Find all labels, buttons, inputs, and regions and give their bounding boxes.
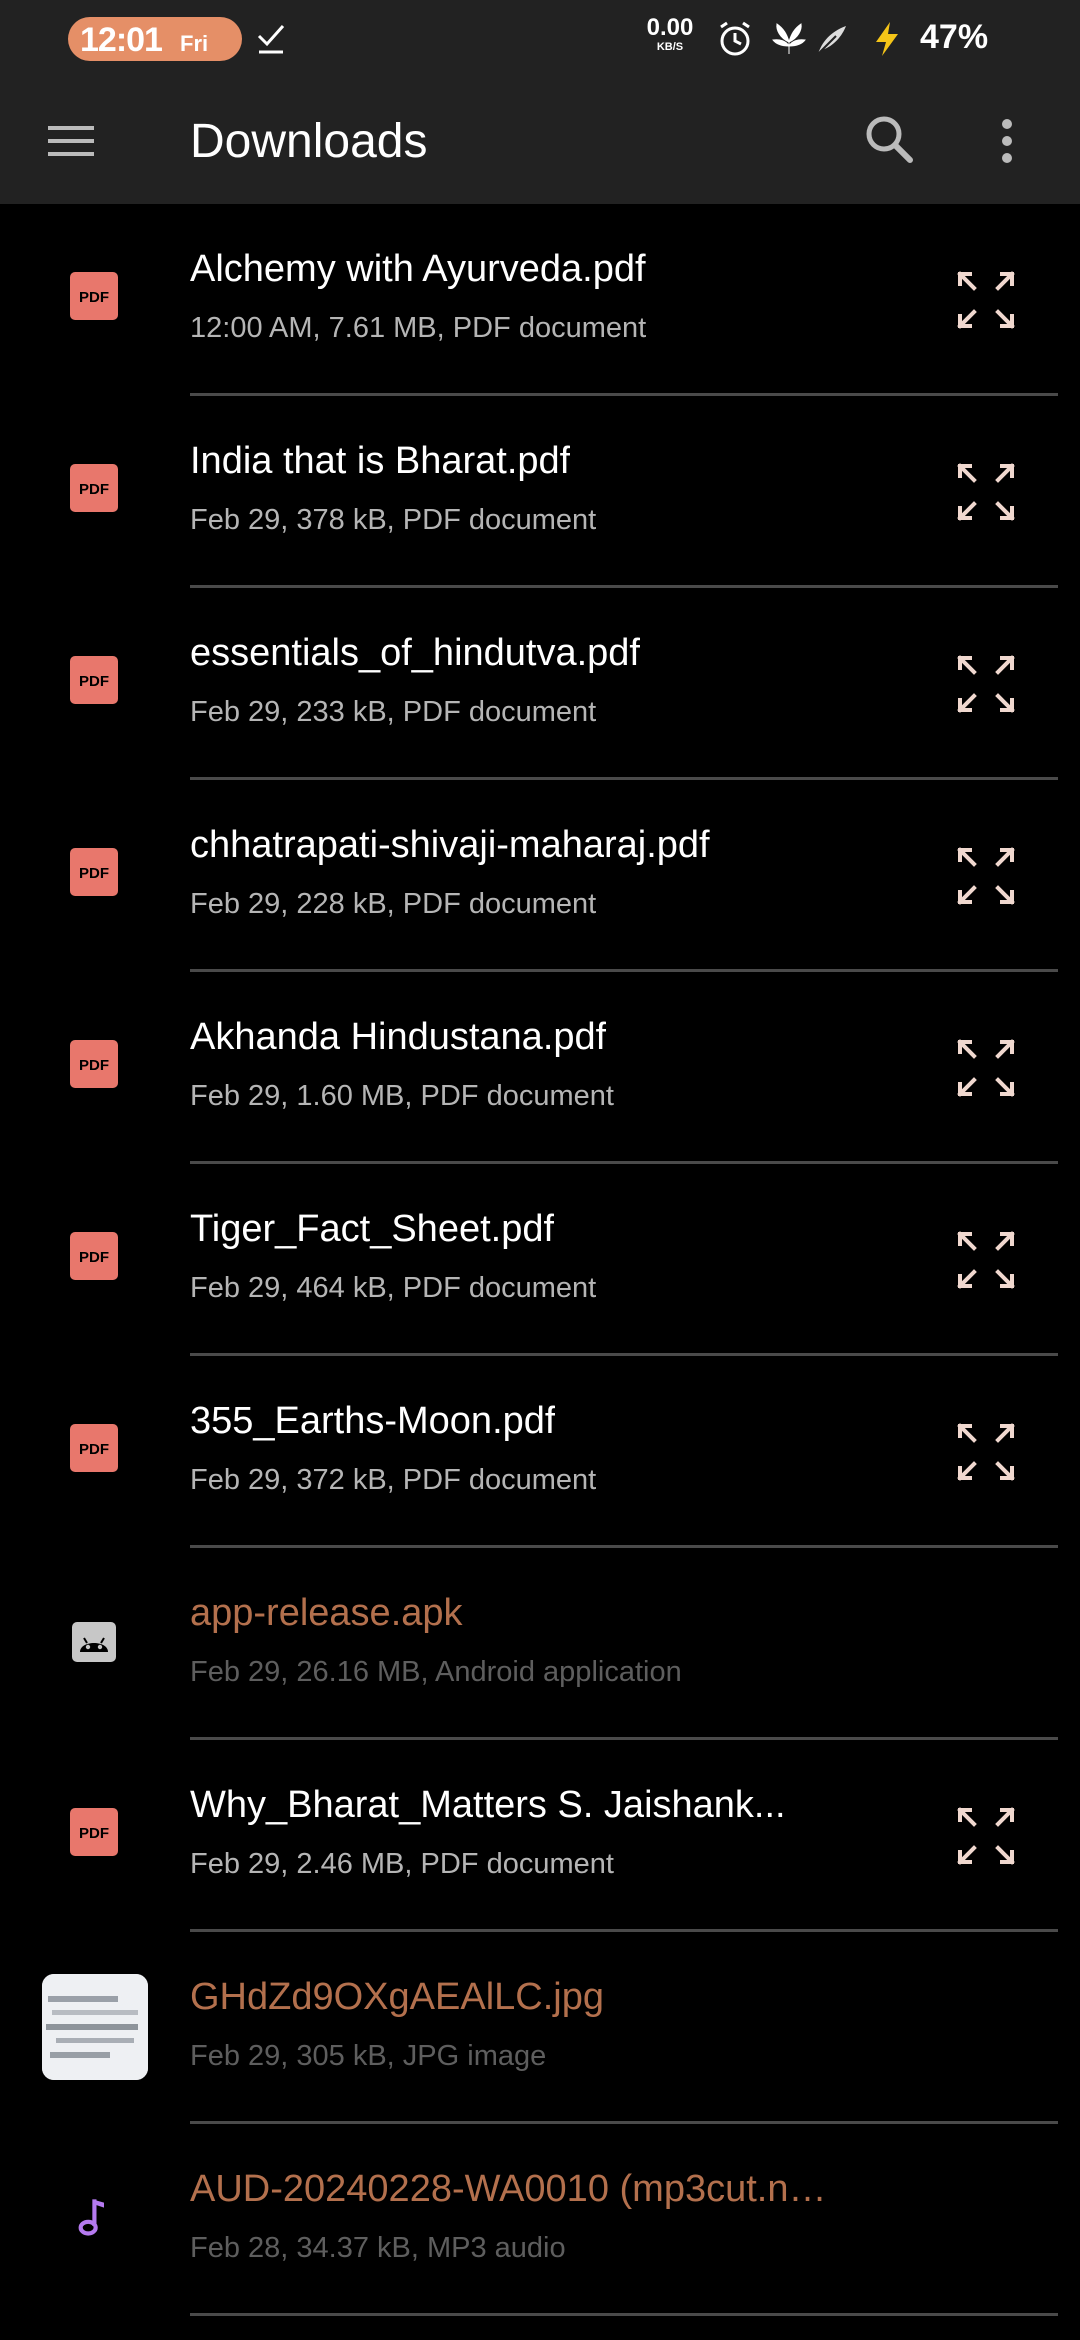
feather-icon <box>817 26 846 55</box>
file-row[interactable]: PDF 355_Earths-Moon.pdf Feb 29, 372 kB, PD… <box>0 1356 1080 1548</box>
page-title: Downloads <box>190 115 428 168</box>
pdf-icon: PDF <box>70 464 118 512</box>
music-note-icon <box>78 2199 104 2236</box>
file-meta: 12:00 AM, 7.61 MB, PDF document <box>190 312 647 344</box>
file-row[interactable]: PDF Akhanda Hindustana.pdf Feb 29, 1.60 MB… <box>0 972 1080 1164</box>
pdf-icon: PDF <box>70 1040 118 1088</box>
more-options-icon[interactable] <box>1000 116 1014 166</box>
file-name: AUD-20240228-WA0010 (mp3cut.net).mp3 <box>190 2168 830 2210</box>
app-bar: Downloads <box>0 78 1080 204</box>
file-meta: Feb 29, 305 kB, JPG image <box>190 2040 547 2072</box>
file-meta: Feb 29, 378 kB, PDF document <box>190 504 597 536</box>
pdf-badge-text: PDF <box>79 1441 109 1458</box>
file-name: Why_Bharat_Matters S. Jaishank... <box>190 1784 786 1826</box>
file-meta: Feb 29, 464 kB, PDF document <box>190 1272 597 1304</box>
expand-icon[interactable] <box>954 652 1018 716</box>
expand-icon[interactable] <box>954 460 1018 524</box>
clock-day: Fri <box>180 31 209 56</box>
clock-pill: 12:01 Fri <box>68 17 242 61</box>
file-row[interactable]: GHdZd9OXgAEAlLC.jpg Feb 29, 305 kB, JPG i… <box>0 1932 1080 2124</box>
pdf-icon: PDF <box>70 1424 118 1472</box>
file-row[interactable]: app-release.apk Feb 29, 26.16 MB, Android… <box>0 1548 1080 1740</box>
menu-icon[interactable] <box>46 122 96 160</box>
divider <box>190 2313 1058 2316</box>
file-name: Alchemy with Ayurveda.pdf <box>190 248 646 290</box>
charging-icon <box>876 22 898 56</box>
pdf-badge-text: PDF <box>79 289 109 306</box>
expand-icon[interactable] <box>954 1036 1018 1100</box>
expand-icon[interactable] <box>954 268 1018 332</box>
pdf-icon: PDF <box>70 272 118 320</box>
expand-icon[interactable] <box>954 1420 1018 1484</box>
file-name: GHdZd9OXgAEAlLC.jpg <box>190 1976 604 2018</box>
downloads-list: PDF Alchemy with Ayurveda.pdf 12:00 AM, 7.… <box>0 204 1080 2316</box>
file-name: app-release.apk <box>190 1592 463 1634</box>
download-complete-icon <box>257 25 285 54</box>
file-name: chhatrapati-shivaji-maharaj.pdf <box>190 824 710 866</box>
file-row[interactable]: PDF Why_Bharat_Matters S. Jaishank... Feb … <box>0 1740 1080 1932</box>
network-speed-unit: KB/S <box>656 41 684 53</box>
android-icon <box>72 1622 116 1662</box>
file-row[interactable]: PDF Tiger_Fact_Sheet.pdf Feb 29, 464 kB, P… <box>0 1164 1080 1356</box>
file-row[interactable]: PDF Alchemy with Ayurveda.pdf 12:00 AM, 7.… <box>0 204 1080 396</box>
pdf-badge-text: PDF <box>79 865 109 882</box>
pdf-badge-text: PDF <box>79 1057 109 1074</box>
image-thumbnail <box>42 1974 148 2080</box>
pdf-badge-text: PDF <box>79 1249 109 1266</box>
network-speed: 0.00 KB/S <box>640 16 700 53</box>
battery-percentage: 47% <box>920 18 989 56</box>
pdf-icon: PDF <box>70 656 118 704</box>
file-row[interactable]: PDF India that is Bharat.pdf Feb 29, 378 k… <box>0 396 1080 588</box>
file-row[interactable]: PDF chhatrapati-shivaji-maharaj.pdf Feb 29… <box>0 780 1080 972</box>
pdf-badge-text: PDF <box>79 673 109 690</box>
alarm-icon <box>720 21 750 56</box>
file-name: Tiger_Fact_Sheet.pdf <box>190 1208 555 1250</box>
clock-time: 12:01 <box>80 21 163 59</box>
file-meta: Feb 29, 228 kB, PDF document <box>190 888 597 920</box>
expand-icon[interactable] <box>954 1228 1018 1292</box>
expand-icon[interactable] <box>954 1804 1018 1868</box>
pdf-icon: PDF <box>70 848 118 896</box>
file-meta: Feb 29, 2.46 MB, PDF document <box>190 1848 614 1880</box>
expand-icon[interactable] <box>954 844 1018 908</box>
file-meta: Feb 29, 1.60 MB, PDF document <box>190 1080 614 1112</box>
file-name: 355_Earths-Moon.pdf <box>190 1400 556 1442</box>
file-name: Akhanda Hindustana.pdf <box>190 1016 607 1058</box>
file-meta: Feb 28, 34.37 kB, MP3 audio <box>190 2232 566 2264</box>
pdf-icon: PDF <box>70 1808 118 1856</box>
file-meta: Feb 29, 26.16 MB, Android application <box>190 1656 682 1688</box>
file-row[interactable]: AUD-20240228-WA0010 (mp3cut.net).mp3 Feb … <box>0 2124 1080 2316</box>
file-name: India that is Bharat.pdf <box>190 440 571 482</box>
file-row[interactable]: PDF essentials_of_hindutva.pdf Feb 29, 233… <box>0 588 1080 780</box>
file-meta: Feb 29, 233 kB, PDF document <box>190 696 597 728</box>
status-bar: 12:01 Fri 0.00 KB/S 47% <box>0 0 1080 78</box>
pdf-badge-text: PDF <box>79 481 109 498</box>
network-speed-value: 0.00 <box>646 14 694 41</box>
pdf-icon: PDF <box>70 1232 118 1280</box>
leaf-icon <box>772 23 806 54</box>
pdf-badge-text: PDF <box>79 1825 109 1842</box>
file-name: essentials_of_hindutva.pdf <box>190 632 640 674</box>
search-icon[interactable] <box>864 114 914 164</box>
file-meta: Feb 29, 372 kB, PDF document <box>190 1464 597 1496</box>
